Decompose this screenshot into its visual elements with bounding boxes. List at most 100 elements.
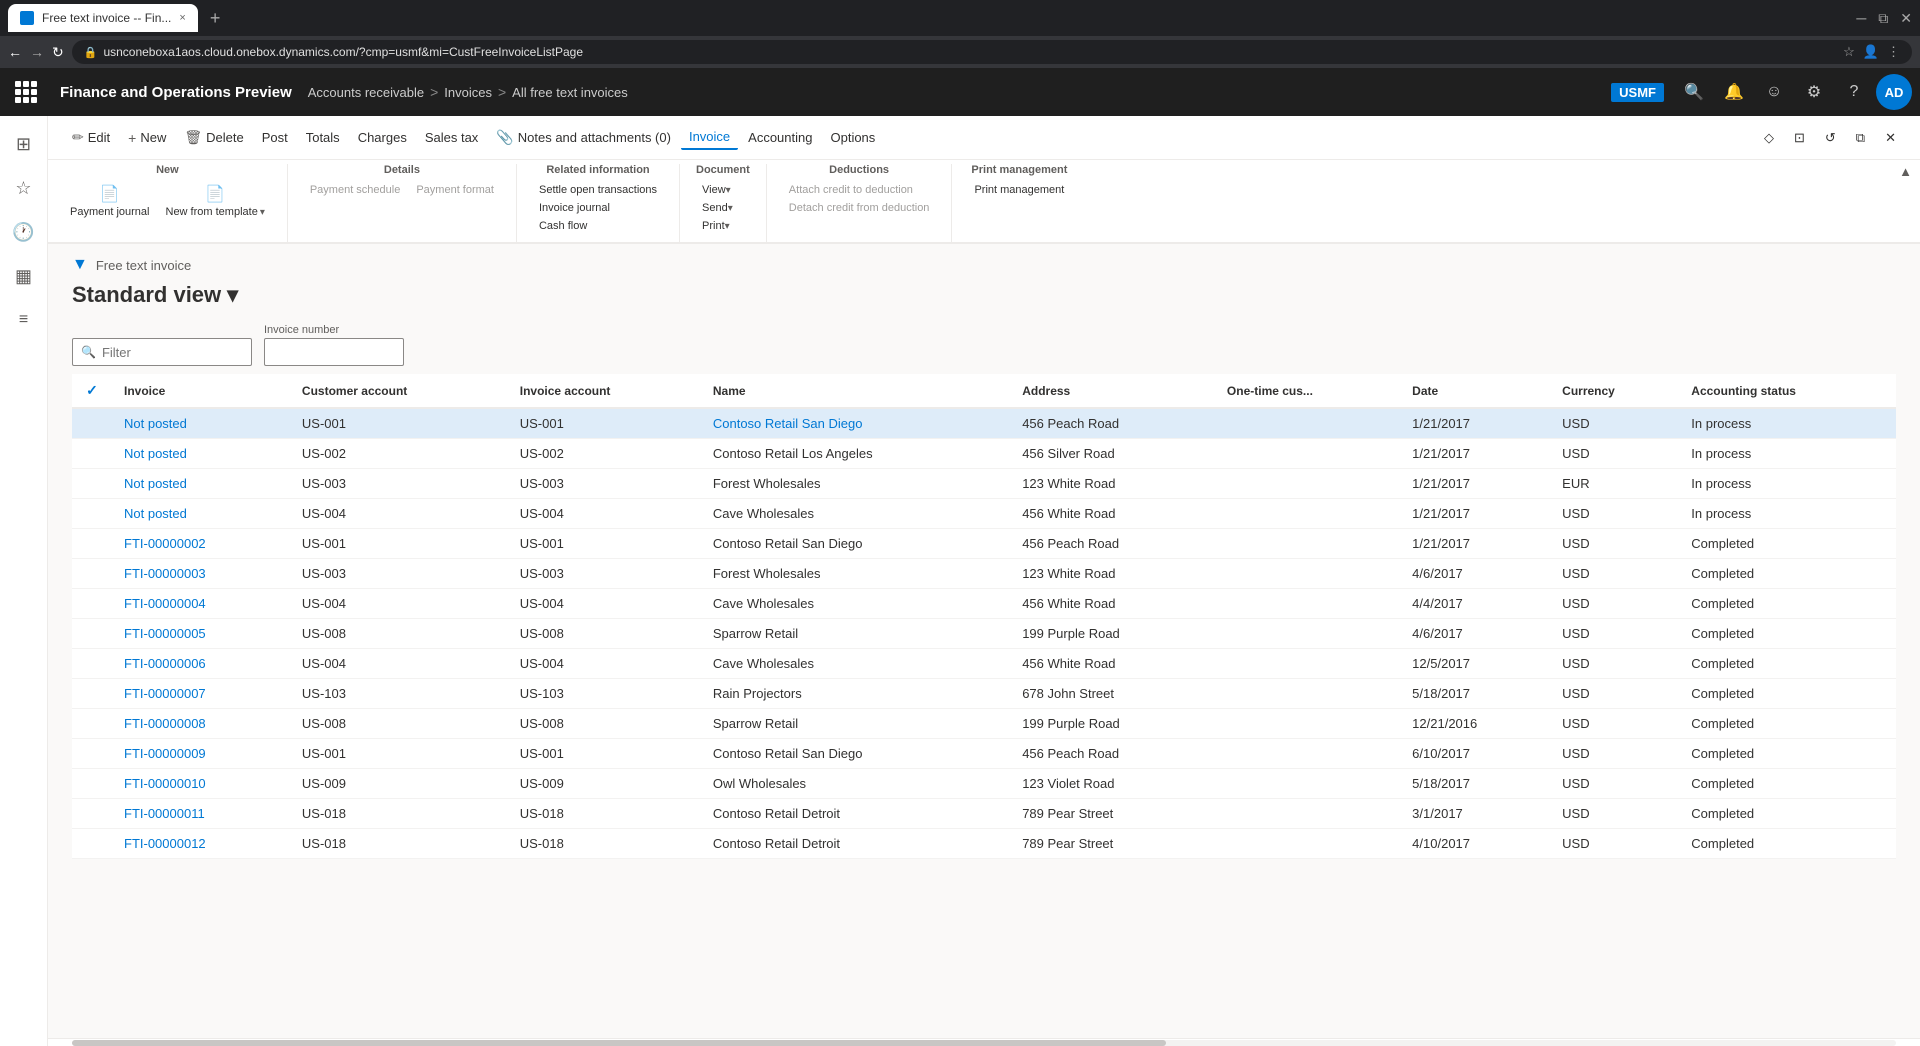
- company-badge[interactable]: USMF: [1611, 83, 1664, 102]
- invoice-cell[interactable]: FTI-00000006: [112, 649, 290, 679]
- delete-button[interactable]: 🗑 Delete: [176, 125, 251, 150]
- ribbon-send-button[interactable]: Send ▾: [696, 200, 739, 216]
- row-checkbox-cell[interactable]: [72, 649, 112, 679]
- sidebar-item-modules[interactable]: ≡: [4, 300, 44, 340]
- tab-close-button[interactable]: ×: [179, 12, 185, 24]
- waffle-menu-button[interactable]: [8, 74, 44, 110]
- ribbon-view-button[interactable]: View ▾: [696, 182, 737, 198]
- table-row[interactable]: Not posted US-001 US-001 Contoso Retail …: [72, 408, 1896, 439]
- invoice-cell[interactable]: Not posted: [112, 469, 290, 499]
- row-checkbox-cell[interactable]: [72, 799, 112, 829]
- back-button[interactable]: ←: [8, 44, 22, 60]
- options-button[interactable]: Options: [822, 126, 883, 149]
- row-checkbox-cell[interactable]: [72, 439, 112, 469]
- filter-search-input[interactable]: [102, 345, 242, 360]
- bookmark-icon[interactable]: ☆: [1843, 44, 1855, 60]
- sidebar-item-home[interactable]: ⊞: [4, 124, 44, 164]
- new-button[interactable]: + New: [120, 126, 174, 150]
- invoice-cell[interactable]: FTI-00000005: [112, 619, 290, 649]
- notes-attachments-button[interactable]: 📎 Notes and attachments (0): [488, 125, 679, 150]
- invoice-number-input[interactable]: [264, 338, 404, 366]
- sidebar-item-recent[interactable]: 🕐: [4, 212, 44, 252]
- row-checkbox-cell[interactable]: [72, 469, 112, 499]
- table-row[interactable]: FTI-00000003 US-003 US-003 Forest Wholes…: [72, 559, 1896, 589]
- row-checkbox-cell[interactable]: [72, 829, 112, 859]
- row-checkbox-cell[interactable]: [72, 499, 112, 529]
- address-bar[interactable]: 🔒 usnconeboxa1aos.cloud.onebox.dynamics.…: [72, 40, 1912, 64]
- view-title[interactable]: Standard view ▾: [72, 282, 1896, 308]
- ribbon-cash-flow-button[interactable]: Cash flow: [533, 218, 593, 234]
- help-button[interactable]: ?: [1836, 74, 1872, 110]
- table-row[interactable]: FTI-00000011 US-018 US-018 Contoso Retai…: [72, 799, 1896, 829]
- browser-tab[interactable]: Free text invoice -- Fin... ×: [8, 4, 198, 32]
- refresh-button[interactable]: ↻: [52, 44, 64, 61]
- edit-button[interactable]: ✏ Edit: [64, 125, 118, 150]
- invoice-cell[interactable]: FTI-00000004: [112, 589, 290, 619]
- table-container[interactable]: ✓ Invoice Customer account Invoice accou…: [48, 374, 1920, 1038]
- notifications-button[interactable]: 🔔: [1716, 74, 1752, 110]
- search-nav-button[interactable]: 🔍: [1676, 74, 1712, 110]
- post-button[interactable]: Post: [254, 126, 296, 149]
- feedback-button[interactable]: ☺: [1756, 74, 1792, 110]
- invoice-cell[interactable]: Not posted: [112, 408, 290, 439]
- refresh-page-button[interactable]: ↺: [1817, 126, 1844, 150]
- ribbon-payment-journal-button[interactable]: 📄 Payment journal: [64, 182, 156, 220]
- row-checkbox-cell[interactable]: [72, 709, 112, 739]
- table-row[interactable]: FTI-00000007 US-103 US-103 Rain Projecto…: [72, 679, 1896, 709]
- ribbon-print-button[interactable]: Print ▾: [696, 218, 736, 234]
- open-in-new-button[interactable]: ⊡: [1786, 126, 1813, 150]
- ribbon-new-from-template-button[interactable]: 📄 New from template ▾: [160, 182, 271, 220]
- user-avatar-button[interactable]: AD: [1876, 74, 1912, 110]
- accounting-button[interactable]: Accounting: [740, 126, 820, 149]
- row-checkbox-cell[interactable]: [72, 529, 112, 559]
- table-row[interactable]: Not posted US-004 US-004 Cave Wholesales…: [72, 499, 1896, 529]
- table-row[interactable]: Not posted US-002 US-002 Contoso Retail …: [72, 439, 1896, 469]
- invoice-cell[interactable]: Not posted: [112, 499, 290, 529]
- row-checkbox-cell[interactable]: [72, 559, 112, 589]
- breadcrumb-accounts-receivable[interactable]: Accounts receivable: [308, 85, 424, 100]
- table-row[interactable]: FTI-00000009 US-001 US-001 Contoso Retai…: [72, 739, 1896, 769]
- restore-button[interactable]: ⧉: [1878, 10, 1888, 27]
- minimize-button[interactable]: ─: [1856, 10, 1866, 26]
- ribbon-collapse-button[interactable]: ▲: [1891, 160, 1920, 183]
- invoice-cell[interactable]: FTI-00000002: [112, 529, 290, 559]
- row-checkbox-cell[interactable]: [72, 769, 112, 799]
- totals-button[interactable]: Totals: [298, 126, 348, 149]
- scrollbar-thumb[interactable]: [72, 1040, 1166, 1046]
- table-row[interactable]: FTI-00000010 US-009 US-009 Owl Wholesale…: [72, 769, 1896, 799]
- table-row[interactable]: FTI-00000002 US-001 US-001 Contoso Retai…: [72, 529, 1896, 559]
- charges-button[interactable]: Charges: [350, 126, 415, 149]
- profile-icon[interactable]: 👤: [1863, 44, 1879, 60]
- row-checkbox-cell[interactable]: [72, 589, 112, 619]
- table-row[interactable]: FTI-00000012 US-018 US-018 Contoso Retai…: [72, 829, 1896, 859]
- row-checkbox-cell[interactable]: [72, 679, 112, 709]
- select-all-checkbox[interactable]: ✓: [86, 382, 98, 398]
- ribbon-settle-open-button[interactable]: Settle open transactions: [533, 182, 663, 198]
- table-row[interactable]: FTI-00000004 US-004 US-004 Cave Wholesal…: [72, 589, 1896, 619]
- sales-tax-button[interactable]: Sales tax: [417, 126, 486, 149]
- breadcrumb-all-free-text-invoices[interactable]: All free text invoices: [512, 85, 628, 100]
- sidebar-item-workspaces[interactable]: ▦: [4, 256, 44, 296]
- personalize-button[interactable]: ◇: [1756, 126, 1782, 150]
- table-row[interactable]: Not posted US-003 US-003 Forest Wholesal…: [72, 469, 1896, 499]
- close-panel-button[interactable]: ✕: [1877, 126, 1904, 150]
- invoice-cell[interactable]: FTI-00000008: [112, 709, 290, 739]
- invoice-cell[interactable]: FTI-00000009: [112, 739, 290, 769]
- row-checkbox-cell[interactable]: [72, 619, 112, 649]
- pop-out-button[interactable]: ⧉: [1848, 126, 1873, 150]
- table-row[interactable]: FTI-00000006 US-004 US-004 Cave Wholesal…: [72, 649, 1896, 679]
- invoice-cell[interactable]: FTI-00000003: [112, 559, 290, 589]
- invoice-cell[interactable]: FTI-00000011: [112, 799, 290, 829]
- close-window-button[interactable]: ✕: [1900, 10, 1912, 27]
- breadcrumb-invoices[interactable]: Invoices: [444, 85, 492, 100]
- invoice-tab-button[interactable]: Invoice: [681, 125, 738, 150]
- invoice-cell[interactable]: FTI-00000012: [112, 829, 290, 859]
- row-checkbox-cell[interactable]: [72, 739, 112, 769]
- row-checkbox-cell[interactable]: [72, 408, 112, 439]
- forward-button[interactable]: →: [30, 44, 44, 60]
- filter-icon[interactable]: ▼: [72, 256, 88, 274]
- menu-icon[interactable]: ⋮: [1887, 44, 1900, 60]
- invoice-cell[interactable]: FTI-00000010: [112, 769, 290, 799]
- sidebar-item-favorites[interactable]: ☆: [4, 168, 44, 208]
- invoice-cell[interactable]: Not posted: [112, 439, 290, 469]
